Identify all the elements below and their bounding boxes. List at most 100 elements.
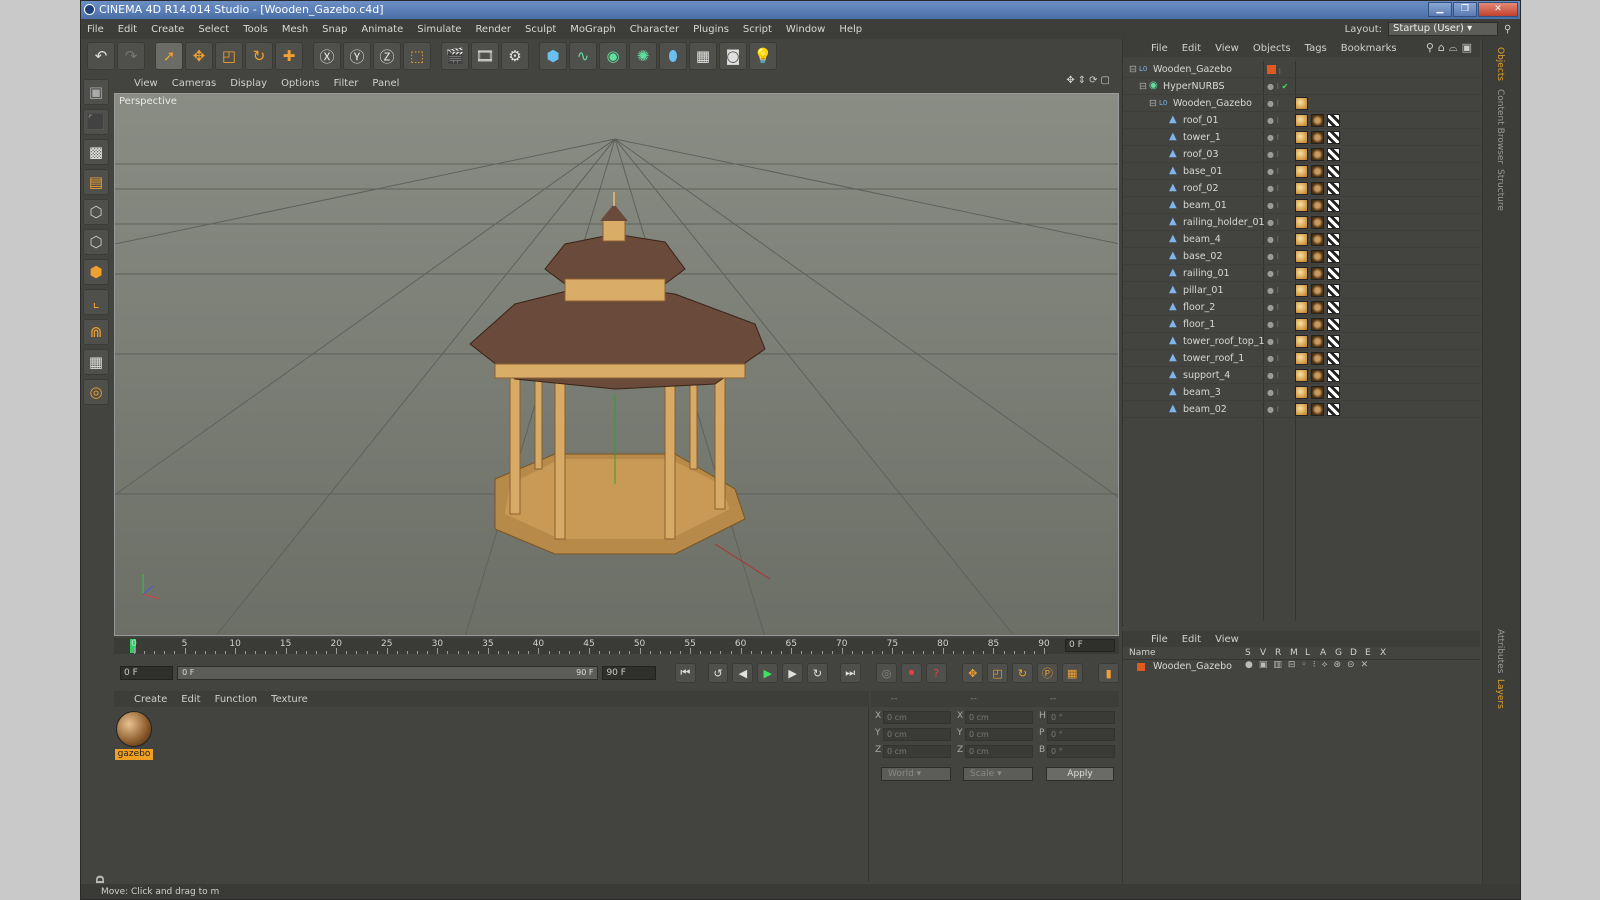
phong-tag-icon[interactable] xyxy=(1295,369,1308,382)
mat-menu-create[interactable]: Create xyxy=(134,694,167,705)
menu-window[interactable]: Window xyxy=(786,24,825,35)
rot-b-field[interactable]: 0 ° xyxy=(1047,745,1115,758)
next-frame-icon[interactable]: ▶ xyxy=(782,663,804,683)
material-tag-icon[interactable] xyxy=(1311,369,1324,382)
vp-menu-panel[interactable]: Panel xyxy=(372,78,399,89)
visibility-dots-icon[interactable]: ● ⁝ xyxy=(1267,401,1279,418)
rotate-icon[interactable]: ↻ xyxy=(245,42,273,70)
uvw-tag-icon[interactable] xyxy=(1327,369,1340,382)
visibility-dots-icon[interactable]: ● ⁝ xyxy=(1267,214,1279,231)
model-mode-icon[interactable]: ⬛ xyxy=(83,109,109,135)
min-frame-field[interactable]: 0 F xyxy=(120,666,174,680)
layer-column-header[interactable]: R xyxy=(1275,648,1281,658)
object-row[interactable]: ▲ floor_1 ● ⁝ xyxy=(1123,316,1481,333)
visibility-dots-icon[interactable]: ● ⁝ xyxy=(1267,316,1279,333)
material-name[interactable]: gazebo xyxy=(115,749,153,760)
render-picture-viewer-icon[interactable]: 🎞 xyxy=(471,42,499,70)
visibility-dots-icon[interactable]: ● ⁝ xyxy=(1267,112,1279,129)
material-tag-icon[interactable] xyxy=(1311,216,1324,229)
timeline-ruler[interactable]: 0 5 10 15 20 25 30 35 40 45 50 55 60 65 70 75 80 85 90 xyxy=(124,638,1054,654)
menu-mograph[interactable]: MoGraph xyxy=(570,24,615,35)
axis-mode-icon[interactable]: ⌞ xyxy=(83,289,109,315)
viewport-nav-icons[interactable]: ✥⇕⟳▢ xyxy=(1066,75,1113,86)
phong-tag-icon[interactable] xyxy=(1295,199,1308,212)
size-z-field[interactable]: 0 cm xyxy=(965,745,1033,758)
pos-x-field[interactable]: 0 cm xyxy=(883,711,951,724)
live-selection-icon[interactable]: ➚ xyxy=(155,42,183,70)
layer-column-header[interactable]: V xyxy=(1260,648,1266,658)
size-x-field[interactable]: 0 cm xyxy=(965,711,1033,724)
uvw-tag-icon[interactable] xyxy=(1327,284,1340,297)
record-icon[interactable]: ⏺ xyxy=(901,663,922,683)
tab-attributes[interactable]: Attributes xyxy=(1495,629,1505,673)
redo-icon[interactable]: ↷ xyxy=(117,42,145,70)
phong-tag-icon[interactable] xyxy=(1295,131,1308,144)
material-tag-icon[interactable] xyxy=(1311,267,1324,280)
mat-menu-function[interactable]: Function xyxy=(215,694,258,705)
phong-tag-icon[interactable] xyxy=(1295,284,1308,297)
play-icon[interactable]: ▶ xyxy=(757,663,779,683)
phong-tag-icon[interactable] xyxy=(1295,250,1308,263)
material-preview[interactable] xyxy=(116,711,152,747)
size-y-field[interactable]: 0 cm xyxy=(965,728,1033,741)
obj-menu-bookmarks[interactable]: Bookmarks xyxy=(1341,43,1397,54)
vp-menu-view[interactable]: View xyxy=(134,78,158,89)
uvw-tag-icon[interactable] xyxy=(1327,182,1340,195)
object-row[interactable]: ▲ pillar_01 ● ⁝ xyxy=(1123,282,1481,299)
viewport-perspective[interactable]: Perspective xyxy=(114,93,1119,636)
material-tag-icon[interactable] xyxy=(1311,284,1324,297)
material-tag-icon[interactable] xyxy=(1311,165,1324,178)
uvw-tag-icon[interactable] xyxy=(1327,318,1340,331)
menu-help[interactable]: Help xyxy=(839,24,862,35)
range-slider[interactable]: 0 F 90 F xyxy=(177,666,599,680)
layer-menu-view[interactable]: View xyxy=(1215,634,1239,645)
key-parameter-icon[interactable]: Ⓟ xyxy=(1036,663,1058,683)
render-view-icon[interactable]: 🎬 xyxy=(441,42,469,70)
uvw-tag-icon[interactable] xyxy=(1327,165,1340,178)
layer-row[interactable]: Wooden_Gazebo ●▣▥⊟◦⁝⟡⊛⊝✕ xyxy=(1123,660,1480,674)
phong-tag-icon[interactable] xyxy=(1295,403,1308,416)
material-tag-icon[interactable] xyxy=(1311,114,1324,127)
z-axis-icon[interactable]: Ⓩ xyxy=(373,42,401,70)
object-tool-icons[interactable]: ⚲⌂⌓▣ xyxy=(1426,41,1476,55)
visibility-dots-icon[interactable]: ● ⁝ xyxy=(1267,129,1279,146)
pos-y-field[interactable]: 0 cm xyxy=(883,728,951,741)
material-tag-icon[interactable] xyxy=(1311,199,1324,212)
object-row[interactable]: ▲ tower_1 ● ⁝ xyxy=(1123,129,1481,146)
phong-tag-icon[interactable] xyxy=(1295,114,1308,127)
expand-toggle-icon[interactable]: ⊟ xyxy=(1139,78,1147,95)
menu-create[interactable]: Create xyxy=(151,24,184,35)
material-tag-icon[interactable] xyxy=(1311,182,1324,195)
vp-menu-display[interactable]: Display xyxy=(230,78,267,89)
phong-tag-icon[interactable] xyxy=(1295,216,1308,229)
material-tag-icon[interactable] xyxy=(1311,301,1324,314)
material-tag-icon[interactable] xyxy=(1311,233,1324,246)
visibility-dots-icon[interactable]: ● ⁝ xyxy=(1267,163,1279,180)
object-row[interactable]: ▲ roof_01 ● ⁝ xyxy=(1123,112,1481,129)
object-row[interactable]: ▲ support_4 ● ⁝ xyxy=(1123,367,1481,384)
object-row[interactable]: ▲ railing_holder_01 ● ⁝ xyxy=(1123,214,1481,231)
next-key-icon[interactable]: ↻ xyxy=(807,663,828,683)
uvw-tag-icon[interactable] xyxy=(1327,250,1340,263)
layer-column-header[interactable]: S xyxy=(1245,648,1251,658)
floor-icon[interactable]: ▦ xyxy=(689,42,717,70)
uvw-tag-icon[interactable] xyxy=(1327,148,1340,161)
menu-simulate[interactable]: Simulate xyxy=(417,24,461,35)
material-tag-icon[interactable] xyxy=(1311,148,1324,161)
material-tag-icon[interactable] xyxy=(1311,250,1324,263)
object-row[interactable]: ▲ roof_03 ● ⁝ xyxy=(1123,146,1481,163)
mat-menu-texture[interactable]: Texture xyxy=(271,694,308,705)
layer-column-header[interactable]: D xyxy=(1350,648,1357,658)
uvw-tag-icon[interactable] xyxy=(1327,199,1340,212)
snap-icon[interactable]: ⋒ xyxy=(83,319,109,345)
tab-objects[interactable]: Objects xyxy=(1495,47,1505,81)
mat-menu-edit[interactable]: Edit xyxy=(181,694,200,705)
menu-animate[interactable]: Animate xyxy=(361,24,403,35)
material-tag-icon[interactable] xyxy=(1311,352,1324,365)
material-tag-icon[interactable] xyxy=(1311,386,1324,399)
layer-column-header[interactable]: A xyxy=(1320,648,1326,658)
object-row[interactable]: ⊟ L0 Wooden_Gazebo ⁝ xyxy=(1123,61,1481,78)
y-axis-icon[interactable]: Ⓨ xyxy=(343,42,371,70)
texture-mode-icon[interactable]: ▩ xyxy=(83,139,109,165)
max-frame-field[interactable]: 90 F xyxy=(602,666,656,680)
